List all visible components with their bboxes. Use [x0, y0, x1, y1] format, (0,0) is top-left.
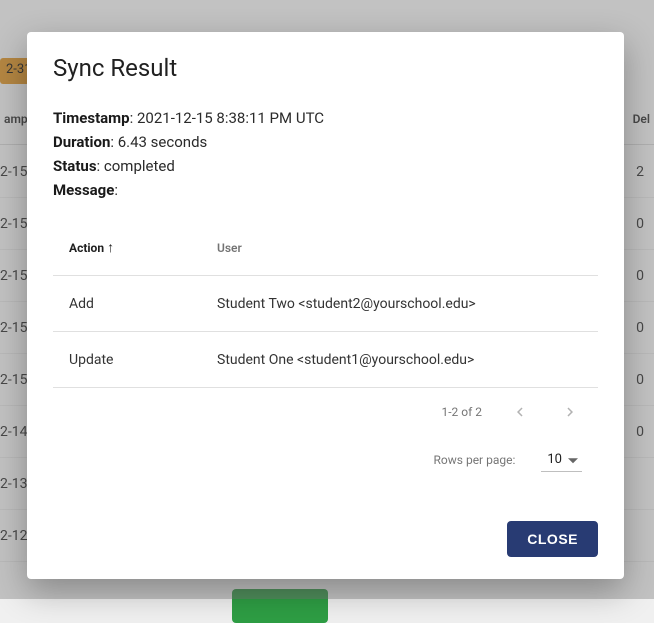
duration-label: Duration — [53, 133, 110, 151]
chevron-left-icon — [511, 403, 529, 421]
chevron-right-icon — [561, 403, 579, 421]
meta-block: Timestamp: 2021-12-15 8:38:11 PM UTC Dur… — [53, 106, 598, 202]
dialog-actions: CLOSE — [53, 521, 598, 557]
status-label: Status — [53, 157, 97, 175]
table-row: Add Student Two <student2@yourschool.edu… — [53, 276, 598, 332]
sort-asc-icon: ↑ — [107, 241, 114, 255]
rows-per-page-label: Rows per page: — [434, 453, 516, 467]
status-value: completed — [104, 157, 175, 175]
next-page-button[interactable] — [558, 400, 582, 424]
cell-user: Student Two <student2@yourschool.edu> — [217, 296, 582, 312]
cell-user: Student One <student1@yourschool.edu> — [217, 352, 582, 368]
duration-value: 6.43 seconds — [118, 133, 208, 151]
table-header: Action↑ User — [53, 220, 598, 276]
rows-per-page: Rows per page: 10 — [53, 424, 598, 472]
table-row: Update Student One <student1@yourschool.… — [53, 332, 598, 388]
pagination: 1-2 of 2 — [53, 388, 598, 424]
dialog-title: Sync Result — [53, 54, 598, 82]
timestamp-label: Timestamp — [53, 109, 130, 127]
col-header-action[interactable]: Action↑ — [69, 241, 217, 255]
results-table: Action↑ User Add Student Two <student2@y… — [53, 220, 598, 388]
cell-action: Update — [69, 352, 217, 368]
message-label: Message — [53, 181, 114, 199]
rows-per-page-select[interactable]: 10 — [541, 448, 582, 472]
pagination-range: 1-2 of 2 — [441, 405, 482, 419]
close-button[interactable]: CLOSE — [507, 521, 598, 557]
prev-page-button[interactable] — [508, 400, 532, 424]
cell-action: Add — [69, 296, 217, 312]
timestamp-value: 2021-12-15 8:38:11 PM UTC — [137, 109, 324, 127]
col-header-user[interactable]: User — [217, 241, 582, 255]
sync-result-dialog: Sync Result Timestamp: 2021-12-15 8:38:1… — [27, 32, 624, 579]
